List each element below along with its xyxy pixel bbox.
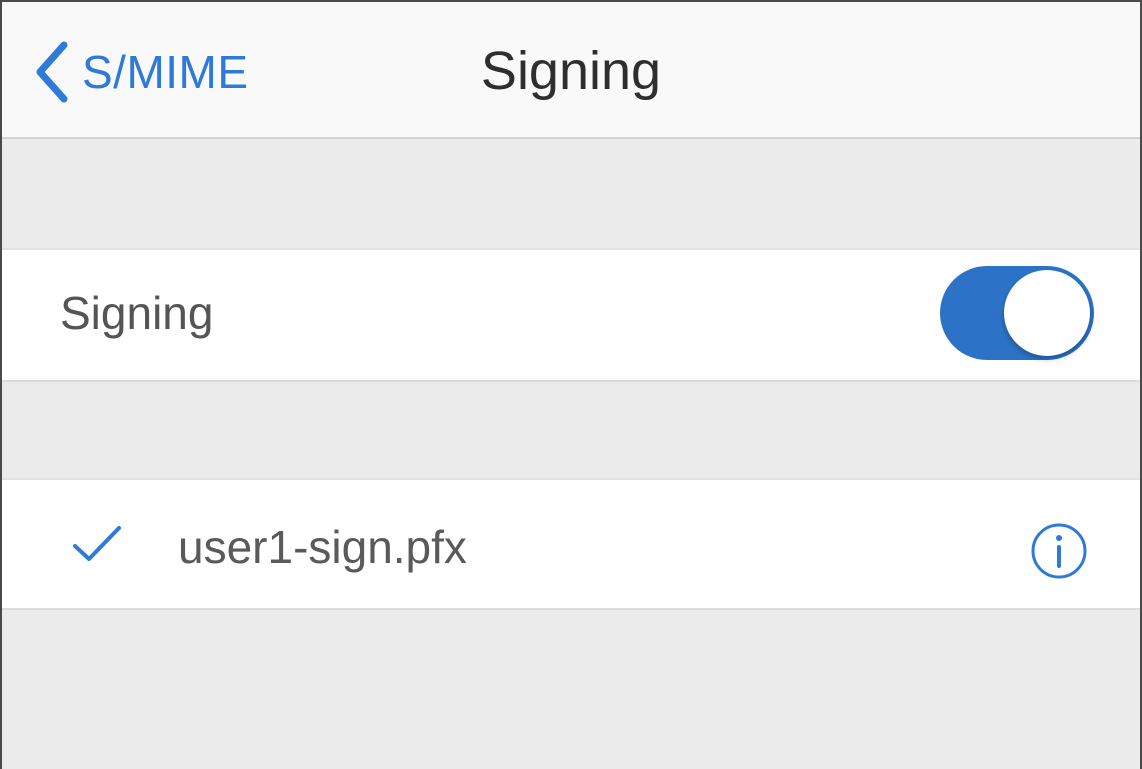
toggle-knob xyxy=(1004,270,1090,356)
certificate-name: user1-sign.pfx xyxy=(178,521,467,573)
checkmark-icon xyxy=(73,526,121,561)
signing-row: Signing xyxy=(2,248,1140,382)
navigation-bar: S/MIME Signing xyxy=(2,2,1140,139)
signing-toggle[interactable] xyxy=(940,266,1094,360)
info-icon[interactable] xyxy=(1030,522,1088,580)
chevron-left-icon xyxy=(36,41,68,103)
signing-label: Signing xyxy=(60,287,214,339)
certificate-row[interactable]: user1-sign.pfx xyxy=(2,478,1140,610)
back-button-label: S/MIME xyxy=(82,46,249,98)
back-button[interactable]: S/MIME xyxy=(32,36,249,108)
screen: S/MIME Signing Signing user1-sign.pfx xyxy=(0,0,1142,769)
